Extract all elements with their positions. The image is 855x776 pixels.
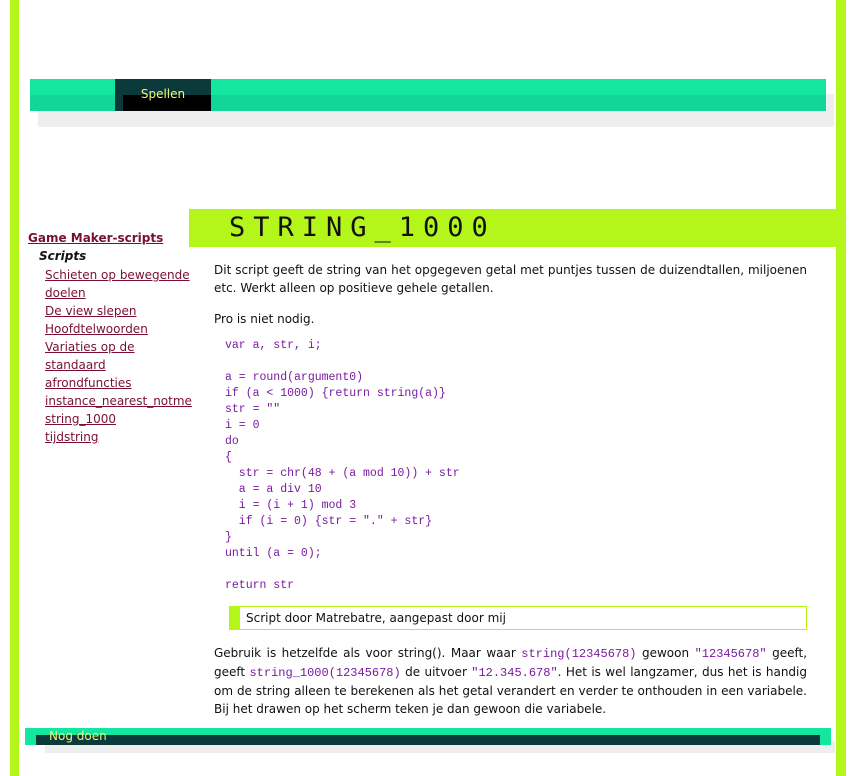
usage-code-3: string_1000(12345678) bbox=[249, 666, 401, 680]
left-frame-bar bbox=[10, 0, 19, 776]
sidebar-link-afrondfuncties[interactable]: afrondfuncties bbox=[45, 374, 190, 392]
usage-text-1: Gebruik is hetzelfde als voor string(). … bbox=[214, 646, 522, 660]
sidebar-title-link[interactable]: Game Maker-scripts bbox=[28, 231, 163, 245]
sidebar-subtitle: Scripts bbox=[39, 249, 87, 263]
usage-code-4: "12.345.678" bbox=[471, 666, 558, 680]
sidebar-link-schieten[interactable]: Schieten op bewegende doelen bbox=[45, 266, 190, 302]
sidebar-link-view-slepen[interactable]: De view slepen bbox=[45, 302, 190, 320]
title-band: STRING_1000 bbox=[189, 209, 836, 247]
nav-tab-label[interactable]: Spellen bbox=[115, 87, 211, 101]
sidebar-link-instance-nearest[interactable]: instance_nearest_notme bbox=[45, 392, 192, 410]
usage-paragraph: Gebruik is hetzelfde als voor string(). … bbox=[214, 644, 807, 718]
sidebar-link-string-1000[interactable]: string_1000 bbox=[45, 410, 190, 428]
credit-box: Script door Matrebatre, aangepast door m… bbox=[229, 606, 807, 630]
page-title: STRING_1000 bbox=[229, 212, 496, 243]
code-block: var a, str, i; a = round(argument0) if (… bbox=[225, 339, 460, 592]
sidebar-link-variaties[interactable]: Variaties op de standaard bbox=[45, 338, 190, 374]
usage-code-2: "12345678" bbox=[694, 647, 767, 661]
nav-tab-spellen[interactable]: Spellen bbox=[115, 79, 211, 111]
sidebar-links: Schieten op bewegende doelen De view sle… bbox=[45, 266, 192, 446]
usage-text-2: gewoon bbox=[636, 646, 695, 660]
footer-link-nog-doen[interactable]: Nog doen bbox=[49, 729, 107, 743]
usage-code-1: string(12345678) bbox=[521, 647, 637, 661]
credit-accent-bar bbox=[230, 607, 240, 629]
right-frame-bar bbox=[836, 0, 846, 776]
credit-text: Script door Matrebatre, aangepast door m… bbox=[246, 611, 506, 625]
sidebar-link-hoofdtelwoorden[interactable]: Hoofdtelwoorden bbox=[45, 320, 190, 338]
pro-note-paragraph: Pro is niet nodig. bbox=[214, 312, 315, 326]
intro-paragraph: Dit script geeft de string van het opgeg… bbox=[214, 263, 807, 295]
usage-text-4: de uitvoer bbox=[400, 665, 472, 679]
sidebar-link-tijdstring[interactable]: tijdstring bbox=[45, 428, 190, 446]
footer-dark-strip bbox=[36, 735, 820, 745]
